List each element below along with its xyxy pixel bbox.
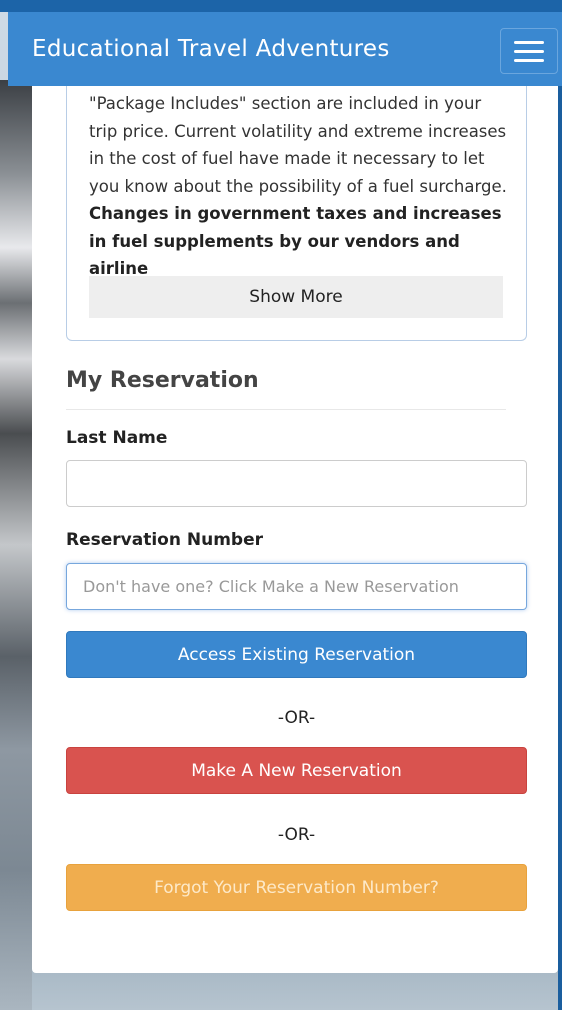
section-title: My Reservation xyxy=(66,368,259,393)
access-reservation-button[interactable]: Access Existing Reservation xyxy=(66,631,527,678)
last-name-input[interactable] xyxy=(66,460,527,507)
forgot-reservation-button[interactable]: Forgot Your Reservation Number? xyxy=(66,864,527,911)
background-edge-right xyxy=(558,80,562,1010)
info-text-normal: "Package Includes" section are included … xyxy=(89,94,507,196)
divider xyxy=(66,409,506,410)
hamburger-menu-icon[interactable] xyxy=(500,28,558,74)
brand-title[interactable]: Educational Travel Adventures xyxy=(32,36,390,62)
info-text-bold: Changes in government taxes and increase… xyxy=(89,204,502,275)
new-reservation-button[interactable]: Make A New Reservation xyxy=(66,747,527,794)
reservation-number-input[interactable]: Don't have one? Click Make a New Reserva… xyxy=(66,563,527,610)
last-name-label: Last Name xyxy=(66,428,168,448)
or-separator: -OR- xyxy=(277,708,316,728)
menu-bar-line xyxy=(514,40,544,44)
status-bar xyxy=(0,0,562,12)
show-more-button[interactable]: Show More xyxy=(89,276,503,318)
menu-bar-line xyxy=(514,49,544,53)
reservation-card: "Package Includes" section are included … xyxy=(32,86,558,973)
reservation-number-label: Reservation Number xyxy=(66,530,263,550)
menu-bar-line xyxy=(514,58,544,62)
background-scenery-left xyxy=(0,80,32,1010)
navbar: Educational Travel Adventures xyxy=(8,12,562,86)
or-separator: -OR- xyxy=(277,825,316,845)
package-info-text: "Package Includes" section are included … xyxy=(89,90,509,275)
package-info-box: "Package Includes" section are included … xyxy=(66,86,527,341)
